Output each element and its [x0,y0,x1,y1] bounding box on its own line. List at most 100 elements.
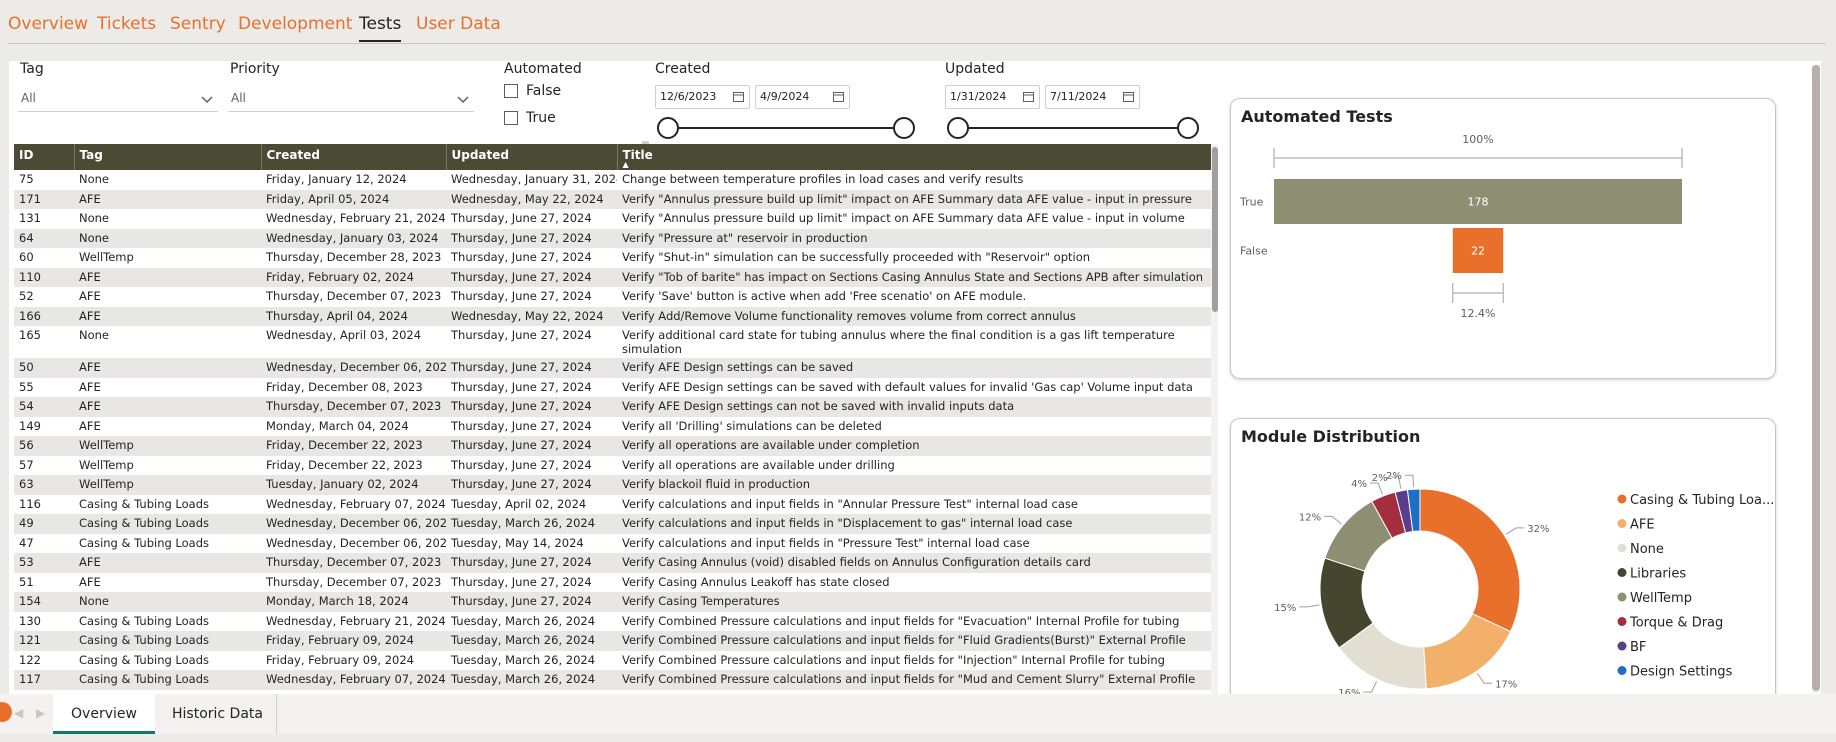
table-row[interactable]: 63 WellTemp Tuesday, January 02, 2024 Thurs… [14,475,1211,495]
page-scrollbar[interactable] [1812,65,1820,693]
column-header-id[interactable]: ID [14,144,75,170]
created-start-date: 12/6/2023 [660,90,717,103]
created-start-date-input[interactable]: 12/6/2023 [655,85,750,109]
automated-slicer-title: Automated [504,61,582,77]
cell-tag: AFE [74,189,261,209]
table-row[interactable]: 47 Casing & Tubing Loads Wednesday, Decemb… [14,533,1211,553]
previous-page-icon[interactable]: ◀ [14,706,23,720]
slice-percent-label: 32% [1527,524,1549,535]
page-scrollbar-thumb[interactable] [1812,65,1820,691]
cell-tag: AFE [74,358,261,378]
cell-updated: Tuesday, March 26, 2024 [446,650,617,670]
cell-tag: Casing & Tubing Loads [74,494,261,514]
table-header-row: ID Tag Created Updated Title ▲ [14,144,1211,170]
tab-development[interactable]: Development [238,14,352,34]
table-row[interactable]: 121 Casing & Tubing Loads Friday, February… [14,631,1211,651]
calendar-icon [1123,92,1134,102]
table-row[interactable]: 130 Casing & Tubing Loads Wednesday, Febru… [14,611,1211,631]
tab-tests[interactable]: Tests [359,14,402,42]
tab-overview[interactable]: Overview [8,14,88,34]
cell-title: Verify all operations are available unde… [617,455,1211,475]
cell-created: Friday, February 02, 2024 [261,267,446,287]
table-scrollbar[interactable] [1211,144,1218,694]
donut-slice [1419,488,1521,633]
cell-tag: AFE [74,397,261,417]
legend-label: Libraries [1630,567,1686,582]
tab-sentry[interactable]: Sentry [170,14,226,34]
table-row[interactable]: 50 AFE Wednesday, December 06, 2023 Thursda… [14,358,1211,378]
cell-created: Wednesday, February 07, 2024 [261,494,446,514]
cell-title: Verify 'Save' button is active when add … [617,287,1211,307]
table-row[interactable]: 154 None Monday, March 18, 2024 Thursday, J… [14,592,1211,612]
updated-slider-end-handle[interactable] [1177,117,1199,139]
cell-title: Verify "Annulus pressure build up limit"… [617,189,1211,209]
priority-dropdown[interactable]: All [228,86,474,112]
tag-dropdown[interactable]: All [18,86,218,112]
cell-id: 47 [14,533,74,553]
cell-tag: None [74,209,261,229]
tab-user-data[interactable]: User Data [416,14,501,34]
legend-label: None [1630,542,1664,557]
cell-created: Friday, February 09, 2024 [261,650,446,670]
page-tab-overview[interactable]: Overview [53,694,155,734]
table-row[interactable]: 52 AFE Thursday, December 07, 2023 Thursday… [14,287,1211,307]
updated-end-date: 7/11/2024 [1050,90,1107,103]
table-row[interactable]: 131 None Wednesday, February 21, 2024 Thurs… [14,209,1211,229]
table-row[interactable]: 55 AFE Friday, December 08, 2023 Thursday, … [14,377,1211,397]
table-row[interactable]: 51 AFE Thursday, December 07, 2023 Thursday… [14,572,1211,592]
cell-updated: Wednesday, January 31, 2024 [446,170,617,190]
slice-leader-line [1370,482,1383,495]
automated-false-label: False [526,83,562,99]
table-row[interactable]: 54 AFE Thursday, December 07, 2023 Thursday… [14,397,1211,417]
cell-updated: Thursday, June 27, 2024 [446,416,617,436]
cell-updated: Thursday, June 27, 2024 [446,377,617,397]
updated-start-date-input[interactable]: 1/31/2024 [945,85,1040,109]
column-header-created[interactable]: Created [261,144,447,170]
cell-updated: Tuesday, March 26, 2024 [446,514,617,534]
cell-tag: AFE [74,416,261,436]
table-row[interactable]: 117 Casing & Tubing Loads Wednesday, Febru… [14,670,1211,690]
slice-leader-line [1324,515,1342,525]
table-row[interactable]: 57 WellTemp Friday, December 22, 2023 Thurs… [14,455,1211,475]
cell-created: Thursday, December 07, 2023 [261,397,446,417]
updated-slider-start-handle[interactable] [947,117,969,139]
page-tab-historic-data[interactable]: Historic Data [159,694,277,734]
created-end-date-input[interactable]: 4/9/2024 [755,85,850,109]
table-row[interactable]: 171 AFE Friday, April 05, 2024 Wednesday, M… [14,189,1211,209]
table-row[interactable]: 64 None Wednesday, January 03, 2024 Thursda… [14,228,1211,248]
tab-tickets[interactable]: Tickets [97,14,156,34]
calendar-icon [833,92,844,102]
column-header-updated[interactable]: Updated [446,144,618,170]
cell-tag: None [74,326,261,358]
table-row[interactable]: 122 Casing & Tubing Loads Friday, February… [14,650,1211,670]
automated-false-checkbox[interactable]: False [504,83,561,99]
table-row[interactable]: 116 Casing & Tubing Loads Wednesday, Febru… [14,494,1211,514]
table-row[interactable]: 165 None Wednesday, April 03, 2024 Thursday… [14,326,1211,358]
module-distribution-donut-chart: 32%17%16%15%12%4%2%2%Casing & Tubing Loa… [1274,471,1774,694]
table-row[interactable]: 75 None Friday, January 12, 2024 Wednesday,… [14,170,1211,190]
updated-end-date-input[interactable]: 7/11/2024 [1045,85,1140,109]
table-row[interactable]: 60 WellTemp Thursday, December 28, 2023 Thu… [14,248,1211,268]
cell-created: Monday, March 18, 2024 [261,592,446,612]
slice-leader-line [1363,681,1378,693]
slice-percent-label: 17% [1495,679,1517,690]
table-row[interactable]: 166 AFE Thursday, April 04, 2024 Wednesday,… [14,306,1211,326]
table-row[interactable]: 110 AFE Friday, February 02, 2024 Thursday,… [14,267,1211,287]
cell-title: Verify calculations and input fields in … [617,533,1211,553]
column-header-tag[interactable]: Tag [74,144,262,170]
cell-id: 131 [14,209,74,229]
column-header-title[interactable]: Title ▲ [617,144,1211,170]
table-row[interactable]: 53 AFE Thursday, December 07, 2023 Thursday… [14,553,1211,573]
slice-percent-label: 15% [1274,603,1296,614]
cell-title: Verify all 'Drilling' simulations can be… [617,416,1211,436]
table-row[interactable]: 49 Casing & Tubing Loads Wednesday, Decemb… [14,514,1211,534]
automated-true-checkbox[interactable]: True [504,110,556,126]
next-page-icon[interactable]: ▶ [36,706,45,720]
table-row[interactable]: 56 WellTemp Friday, December 22, 2023 Thurs… [14,436,1211,456]
created-slider-start-handle[interactable] [657,117,679,139]
legend-marker [1617,641,1627,651]
cell-tag: Casing & Tubing Loads [74,650,261,670]
created-slider-end-handle[interactable] [893,117,915,139]
table-scrollbar-thumb[interactable] [1212,147,1218,312]
table-row[interactable]: 149 AFE Monday, March 04, 2024 Thursday, Ju… [14,416,1211,436]
